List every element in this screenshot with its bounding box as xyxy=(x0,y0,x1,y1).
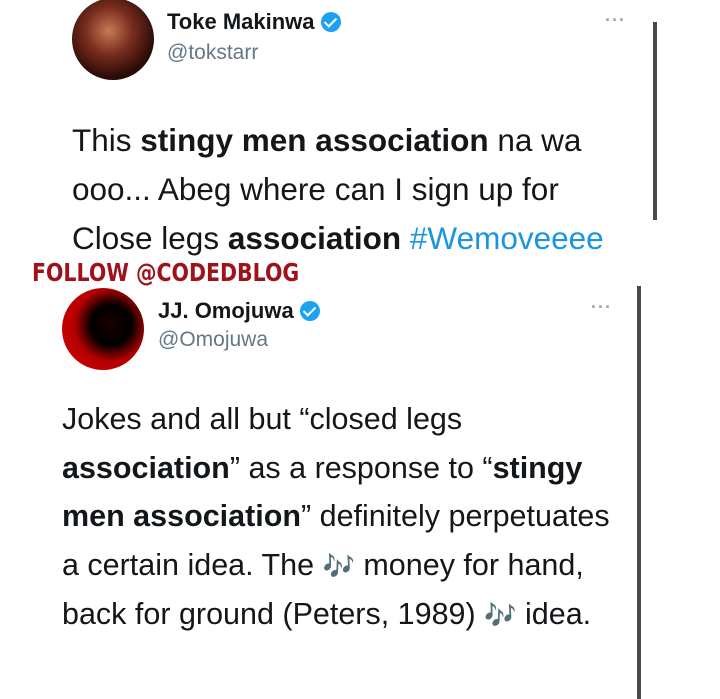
user-handle[interactable]: @tokstarr xyxy=(167,41,258,65)
tweet-text-part: idea. xyxy=(516,597,592,631)
tweet-card-omojuwa[interactable]: JJ. Omojuwa @Omojuwa ··· Jokes and all b… xyxy=(0,283,720,699)
tweet-text-bold: stingy men association xyxy=(140,122,489,158)
more-options-icon[interactable]: ··· xyxy=(591,297,612,318)
display-name-text[interactable]: JJ. Omojuwa xyxy=(158,298,294,324)
verified-badge-icon xyxy=(320,12,341,32)
avatar[interactable] xyxy=(62,288,144,370)
tweet-text: This stingy men association na wa ooo...… xyxy=(72,116,642,263)
tweet-text-part: This xyxy=(72,122,141,158)
musical-notes-icon: 🎶 xyxy=(322,550,355,581)
tweet-text-bold: association xyxy=(62,450,230,485)
scrollbar[interactable] xyxy=(653,22,657,220)
scrollbar[interactable] xyxy=(637,286,641,699)
avatar[interactable] xyxy=(72,0,154,80)
display-name[interactable]: JJ. Omojuwa xyxy=(158,298,320,324)
tweet-text-bold: association xyxy=(227,220,402,256)
tweet-text-part: Jokes and all but “closed legs xyxy=(62,402,463,436)
more-options-icon[interactable]: ··· xyxy=(605,10,626,31)
user-handle[interactable]: @Omojuwa xyxy=(158,328,268,352)
tweet-text-part: ” as a response to “ xyxy=(229,450,493,485)
tweet-text-part xyxy=(401,220,410,256)
tweet-card-toke[interactable]: Toke Makinwa @tokstarr ··· This stingy m… xyxy=(0,0,720,262)
display-name-text[interactable]: Toke Makinwa xyxy=(167,9,315,35)
verified-badge-icon xyxy=(299,301,320,321)
hashtag-link[interactable]: #Wemoveeee xyxy=(410,220,604,256)
display-name[interactable]: Toke Makinwa xyxy=(167,9,341,35)
musical-notes-icon: 🎶 xyxy=(484,600,517,630)
tweet-text: Jokes and all but “closed legs associati… xyxy=(62,395,632,640)
